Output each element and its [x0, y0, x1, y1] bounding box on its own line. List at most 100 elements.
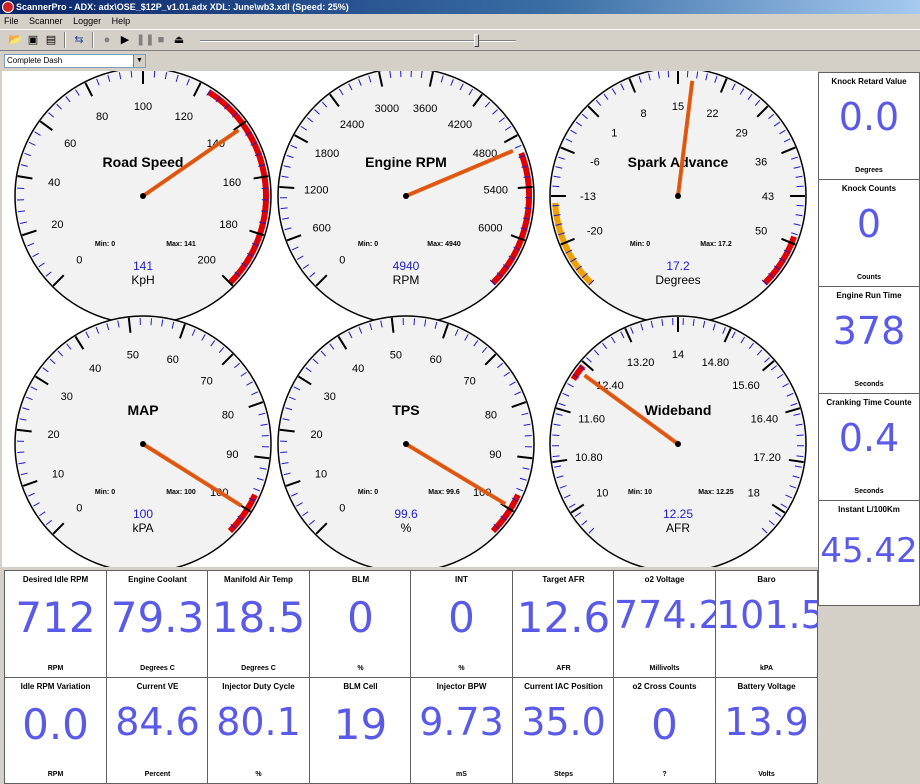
open-folder-icon[interactable]: 📂 [8, 33, 22, 47]
title-bar: ScannerPro - ADX: adx\OSE_$12P_v1.01.adx… [0, 0, 920, 14]
tps-tick-label: 90 [489, 449, 501, 461]
engine-rpm-title: Engine RPM [365, 154, 447, 170]
menu-help[interactable]: Help [112, 16, 131, 26]
engine-rpm-tick-label: 6000 [478, 222, 502, 234]
readout-value: 18.5 [211, 593, 306, 642]
road-speed-title: Road Speed [103, 154, 184, 170]
tps-tick-label: 0 [339, 503, 345, 515]
road-speed-minor-tick [153, 71, 156, 78]
wideband-tick-label: 14 [672, 349, 684, 361]
road-speed-tick-label: 80 [96, 111, 108, 123]
engine-rpm-max-label: Max: 4940 [427, 241, 461, 248]
road-speed-tick-label: 200 [197, 255, 215, 267]
pause-icon[interactable]: ❚❚ [136, 33, 154, 47]
bottom-readout: Current VE 84.6 Percent [106, 677, 209, 784]
readout-unit: Millivolts [649, 665, 680, 672]
spark-advance-tick-label: 50 [755, 225, 767, 237]
road-speed-min-label: Min: 0 [95, 241, 115, 248]
menu-scanner[interactable]: Scanner [29, 16, 63, 26]
tps-tick-label: 50 [390, 350, 402, 362]
wideband-tick-label: 14.80 [702, 357, 730, 369]
map-title: MAP [127, 402, 158, 418]
eject-icon[interactable]: ⏏ [172, 33, 186, 47]
road-speed-tick-label: 40 [48, 177, 60, 189]
properties-icon[interactable]: ▤ [44, 33, 58, 47]
tps-tick-label: 70 [464, 375, 476, 387]
menu-file[interactable]: File [4, 16, 19, 26]
wideband-max-label: Max: 12.25 [698, 489, 734, 496]
readout-unit: % [458, 665, 465, 672]
save-icon[interactable]: ▣ [26, 33, 40, 47]
wideband-tick-label: 10.80 [575, 452, 603, 464]
dashboard-select[interactable]: Complete Dash ▼ [4, 54, 146, 68]
readout-value: 0.0 [838, 95, 900, 139]
tps-unit: % [401, 521, 412, 535]
readout-value: 0 [651, 700, 678, 749]
spark-advance-hub [675, 193, 681, 199]
readout-label: o2 Cross Counts [632, 682, 697, 691]
engine-rpm-tick-label: 2400 [340, 119, 364, 131]
spark-advance-minor-tick [796, 204, 804, 207]
bottom-readout: Target AFR 12.6 AFR [512, 570, 615, 678]
bottom-readout: Current IAC Position 35.0 Steps [512, 677, 615, 784]
road-speed-tick-label: 100 [134, 101, 152, 113]
tps-tick-label: 20 [310, 429, 322, 441]
chevron-down-icon[interactable]: ▼ [133, 55, 145, 67]
readout-unit: ? [662, 771, 667, 778]
spark-advance-tick-label: 29 [736, 127, 748, 139]
engine-rpm-major-tick [279, 185, 295, 190]
map-tick-label: 90 [226, 449, 238, 461]
road-speed-minor-tick [130, 71, 133, 78]
map-tick-label: 40 [89, 363, 101, 375]
connect-icon[interactable]: ⇆ [72, 33, 86, 47]
readout-value: 35.0 [521, 700, 606, 744]
wideband-tick-label: 13.20 [627, 357, 655, 369]
readout-label: BLM Cell [343, 682, 378, 691]
readout-value: 378 [832, 309, 906, 353]
wideband-title: Wideband [645, 402, 712, 418]
toolbar-separator [92, 32, 94, 48]
readout-unit: mS [456, 771, 467, 778]
bottom-readout: BLM 0% [309, 570, 412, 678]
readout-label: o2 Voltage [644, 575, 685, 584]
record-icon[interactable]: ● [100, 33, 114, 47]
readout-unit: RPM [47, 771, 64, 778]
bottom-readout: Battery Voltage 13.9 Volts [715, 677, 818, 784]
spark-advance-max-label: Max: 17.2 [700, 241, 732, 248]
spark-advance-tick-label: 43 [762, 191, 774, 203]
readout-unit: kPA [759, 665, 774, 672]
wideband-tick-label: 15.60 [732, 380, 760, 392]
spark-advance-minor-tick [667, 71, 670, 78]
bottom-readout: Desired Idle RPM 712 RPM [4, 570, 107, 678]
engine-rpm-major-tick [517, 185, 533, 190]
play-icon[interactable]: ▶ [118, 33, 132, 47]
window-title: ScannerPro - ADX: adx\OSE_$12P_v1.01.adx… [16, 2, 349, 12]
readout-unit: Seconds [854, 381, 884, 388]
road-speed-hub [140, 193, 146, 199]
engine-rpm-tick-label: 3600 [413, 103, 437, 115]
wideband-value: 12.25 [663, 507, 693, 521]
map-tick-label: 20 [47, 429, 59, 441]
spark-advance-value: 17.2 [666, 259, 690, 273]
spark-advance-minor-tick [552, 185, 560, 188]
map-tick-label: 0 [76, 503, 82, 515]
readout-value: 45.42 [820, 531, 918, 571]
readout-unit: Degrees C [241, 665, 276, 672]
engine-rpm-value: 4940 [393, 259, 420, 273]
menu-logger[interactable]: Logger [73, 16, 101, 26]
spark-advance-minor-tick [796, 185, 804, 188]
tps-hub [403, 441, 409, 447]
readout-label: Idle RPM Variation [20, 682, 91, 691]
readout-label: Engine Run Time [836, 291, 902, 300]
playback-speed-thumb[interactable] [474, 34, 479, 47]
readout-label: Injector Duty Cycle [222, 682, 295, 691]
readout-label: BLM [351, 575, 370, 584]
readout-unit: Seconds [854, 488, 884, 495]
stop-icon[interactable]: ■ [154, 33, 168, 47]
readout-value: 712 [15, 593, 96, 642]
spark-advance-title: Spark Advance [628, 154, 729, 170]
playback-speed-slider[interactable] [200, 40, 516, 42]
readout-unit: Degrees [855, 167, 883, 174]
tps-tick-label: 40 [352, 363, 364, 375]
engine-rpm-min-label: Min: 0 [358, 241, 378, 248]
